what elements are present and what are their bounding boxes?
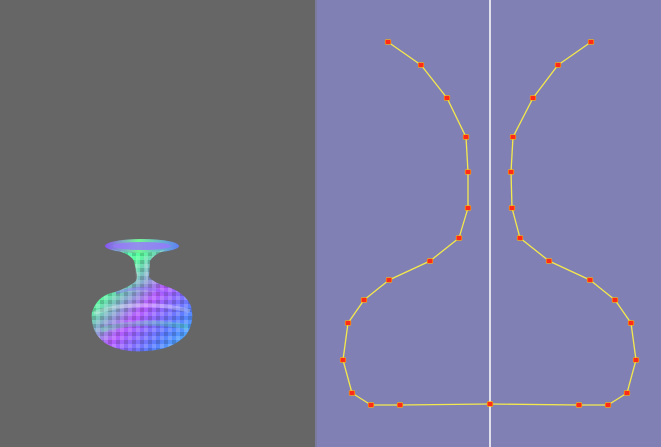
left-control-point[interactable]	[339, 357, 347, 363]
lathe-modeler-app	[0, 0, 661, 447]
left-control-point[interactable]	[417, 62, 425, 68]
right-curve-segment	[512, 97, 534, 138]
right-control-point[interactable]	[507, 169, 515, 175]
profile-editor[interactable]	[317, 0, 661, 447]
right-control-point[interactable]	[623, 390, 631, 396]
left-control-point[interactable]	[384, 39, 392, 45]
right-control-point[interactable]	[486, 401, 494, 407]
right-curve-segment	[510, 136, 514, 173]
left-control-point[interactable]	[464, 205, 472, 211]
right-control-point[interactable]	[627, 320, 635, 326]
left-curve-segment	[387, 41, 422, 66]
right-curve-segment	[510, 171, 513, 209]
right-control-point[interactable]	[604, 402, 612, 408]
left-curve-segment	[420, 64, 448, 99]
vase-model	[91, 239, 193, 352]
right-control-point[interactable]	[516, 235, 524, 241]
left-control-point[interactable]	[396, 402, 404, 408]
right-control-point[interactable]	[611, 297, 619, 303]
right-curve-segment	[519, 237, 550, 262]
3d-viewport[interactable]	[0, 0, 315, 447]
right-control-point[interactable]	[554, 62, 562, 68]
right-curve-segment	[489, 403, 580, 406]
left-control-point[interactable]	[348, 390, 356, 396]
right-control-point[interactable]	[586, 277, 594, 283]
right-control-point[interactable]	[509, 134, 517, 140]
right-curve-segment	[511, 207, 521, 239]
left-control-point[interactable]	[443, 95, 451, 101]
left-control-point[interactable]	[344, 320, 352, 326]
left-curve-segment	[388, 260, 431, 281]
left-control-point[interactable]	[464, 169, 472, 175]
left-control-point[interactable]	[426, 258, 434, 264]
left-curve-segment	[342, 322, 349, 361]
right-curve-segment	[532, 64, 559, 99]
right-curve-segment	[557, 41, 592, 66]
left-curve-segment	[458, 207, 469, 239]
right-control-point[interactable]	[632, 357, 640, 363]
left-curve-segment	[342, 359, 353, 394]
right-curve-segment	[548, 260, 591, 281]
left-curve-segment	[347, 299, 365, 324]
right-control-point[interactable]	[545, 258, 553, 264]
right-curve-segment	[626, 359, 637, 394]
left-control-point[interactable]	[367, 402, 375, 408]
profile-canvas[interactable]	[317, 0, 661, 447]
left-curve-segment	[429, 237, 460, 262]
left-control-point[interactable]	[462, 134, 470, 140]
right-control-point[interactable]	[529, 95, 537, 101]
vase-preview	[91, 239, 193, 352]
left-control-point[interactable]	[455, 235, 463, 241]
right-curve-segment	[589, 279, 616, 301]
right-control-point[interactable]	[508, 205, 516, 211]
left-curve-segment	[446, 97, 467, 138]
left-curve-segment	[399, 403, 491, 406]
left-curve-segment	[363, 279, 390, 301]
right-control-point[interactable]	[575, 402, 583, 408]
right-curve-segment	[630, 322, 637, 361]
right-control-point[interactable]	[587, 39, 595, 45]
right-curve-segment	[614, 299, 632, 324]
left-curve-segment	[465, 136, 469, 173]
left-control-point[interactable]	[360, 297, 368, 303]
left-control-point[interactable]	[385, 277, 393, 283]
